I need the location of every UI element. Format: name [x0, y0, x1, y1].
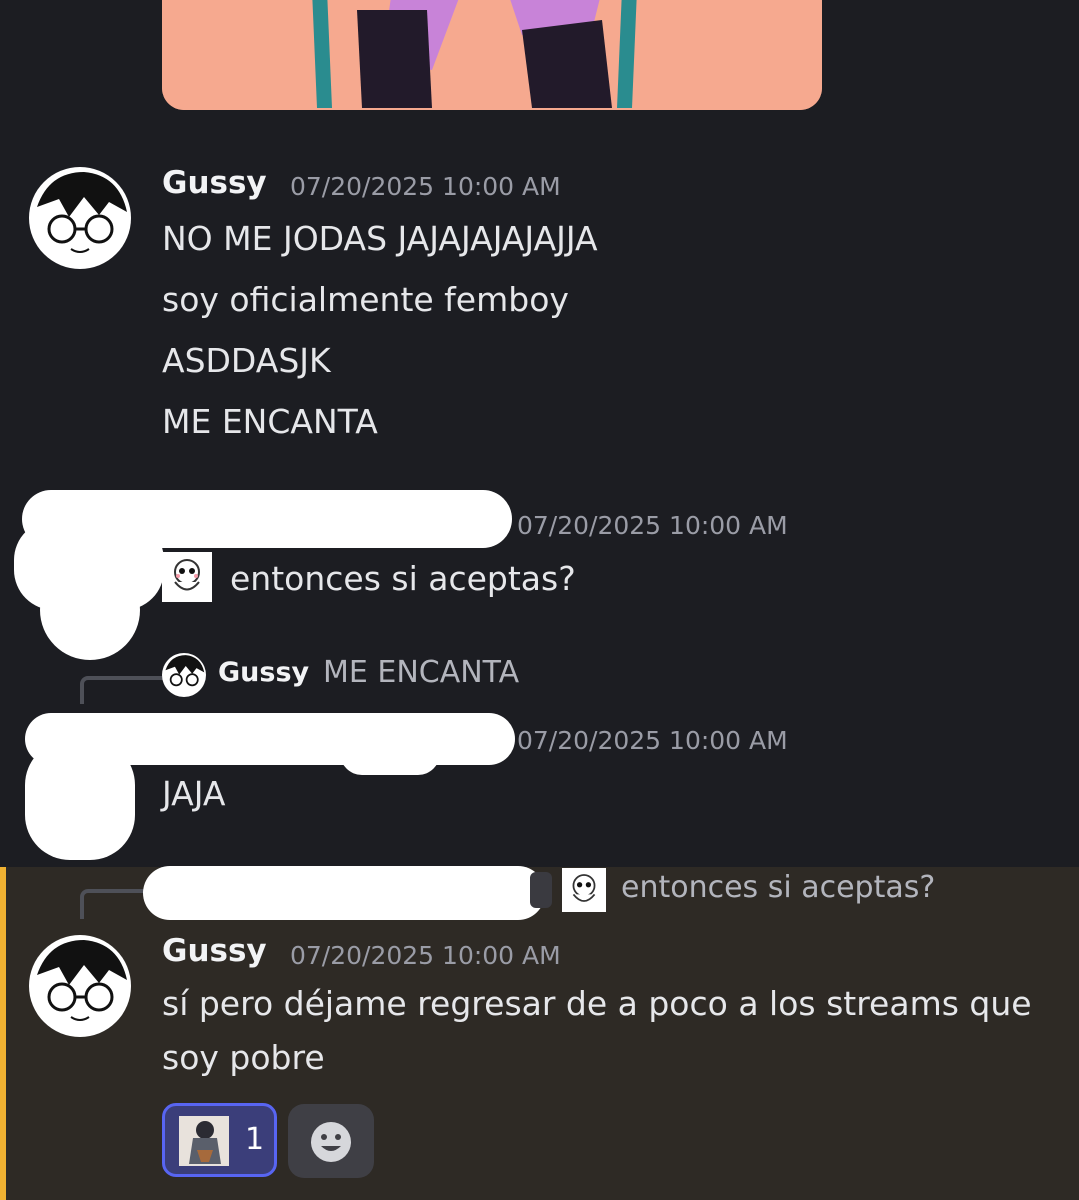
reply-sticker[interactable] — [562, 868, 606, 912]
reaction-count: 1 — [245, 1122, 265, 1157]
message-timestamp: 07/20/2025 10:00 AM — [517, 511, 788, 540]
avatar-face-icon — [37, 940, 127, 1021]
user-avatar[interactable] — [29, 167, 131, 269]
attachment-illustration — [162, 0, 822, 110]
redaction-scribble — [25, 740, 135, 860]
message-line: JAJA — [162, 774, 226, 813]
message-content: sí pero déjame regresar de a poco a los … — [162, 977, 1062, 1085]
ghost-sticker-icon — [174, 559, 200, 591]
sticker-image[interactable] — [162, 552, 212, 602]
reply-preview[interactable]: ME ENCANTA — [323, 655, 519, 690]
message-timestamp: 07/20/2025 10:00 AM — [517, 726, 788, 755]
message-author[interactable]: Gussy — [162, 933, 267, 969]
reply-author[interactable]: Gussy — [218, 657, 309, 688]
avatar-face-icon — [37, 172, 127, 253]
message-line: sí pero déjame regresar de a poco a los … — [162, 984, 1032, 1023]
image-attachment[interactable] — [162, 0, 822, 110]
message-line: NO ME JODAS JAJAJAJAJAJJA — [162, 219, 598, 258]
reaction-emoji-icon — [179, 1116, 229, 1166]
redaction-scribble — [40, 560, 140, 660]
message-timestamp: 07/20/2025 10:00 AM — [290, 172, 561, 201]
reply-author-chip[interactable] — [530, 872, 552, 908]
reply-preview[interactable]: entonces si aceptas? — [621, 870, 935, 905]
smiley-icon — [311, 1122, 351, 1162]
reply-spine — [80, 676, 164, 704]
redaction-scribble — [143, 866, 545, 920]
avatar-face-icon — [165, 655, 205, 687]
message-content: NO ME JODAS JAJAJAJAJAJJA soy oficialmen… — [162, 208, 598, 452]
add-reaction-button[interactable] — [288, 1104, 374, 1178]
message-timestamp: 07/20/2025 10:00 AM — [290, 941, 561, 970]
message-line: ASDDASJK — [162, 341, 331, 380]
message-line: entonces si aceptas? — [230, 559, 576, 598]
user-avatar[interactable] — [29, 935, 131, 1037]
message-author[interactable]: Gussy — [162, 165, 267, 201]
redaction-scribble — [340, 730, 440, 775]
reply-avatar[interactable] — [162, 653, 206, 697]
ghost-sticker-icon — [572, 874, 596, 902]
message-line: soy pobre — [162, 1038, 325, 1077]
message-line: ME ENCANTA — [162, 402, 378, 441]
message-line: soy oficialmente femboy — [162, 280, 569, 319]
